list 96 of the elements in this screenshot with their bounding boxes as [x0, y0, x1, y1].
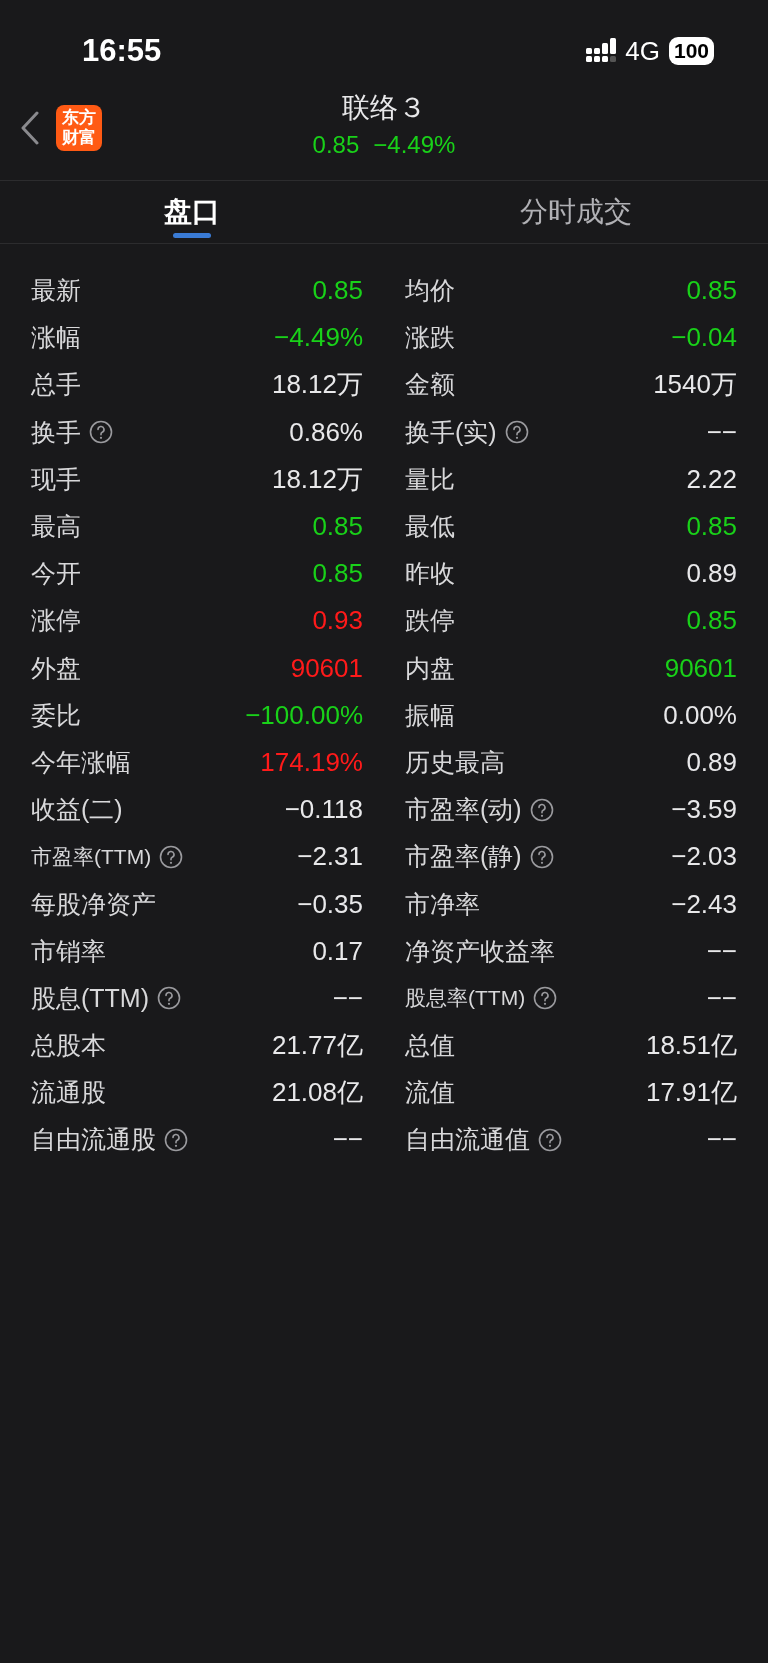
field-value: −2.03: [671, 841, 737, 873]
field-label: 内盘: [405, 652, 455, 684]
field-label: 最新: [31, 275, 81, 307]
field-value: 0.85: [312, 275, 363, 307]
field-label: 市盈率(动): [405, 794, 522, 826]
field-value: 18.12万: [271, 462, 363, 496]
tab-indicator: [173, 233, 211, 238]
field-value: 17.91亿: [645, 1076, 737, 1110]
field-value: −0.118: [284, 794, 363, 826]
back-icon[interactable]: [20, 111, 40, 145]
field-value: 0.89: [686, 558, 737, 590]
field-label: 净资产收益率: [405, 935, 555, 967]
field-label: 市盈率(静): [405, 841, 522, 873]
field-value: 18.51亿: [645, 1029, 737, 1063]
field-value: −−: [332, 982, 363, 1014]
battery-level: 100: [668, 37, 714, 65]
field-value: −−: [706, 1124, 737, 1156]
field-value: −2.43: [671, 888, 737, 920]
field-value: 90601: [290, 652, 363, 684]
field-value: 0.86%: [289, 416, 363, 448]
field-label: 股息(TTM): [31, 982, 150, 1014]
field-label: 现手: [31, 463, 81, 495]
help-icon[interactable]: [89, 420, 113, 445]
field-value: −3.59: [671, 794, 737, 826]
field-value: 21.08亿: [271, 1076, 363, 1110]
field-label: 收益(二): [31, 794, 123, 826]
field-value: −100.00%: [245, 699, 363, 731]
field-label: 涨跌: [405, 322, 455, 354]
help-icon[interactable]: [529, 844, 554, 869]
field-label: 市净率: [405, 888, 480, 920]
field-value: 0.00%: [663, 699, 737, 731]
field-value: 18.12万: [271, 368, 363, 402]
field-value: −−: [332, 1124, 363, 1156]
field-value: 174.19%: [260, 746, 363, 778]
help-icon[interactable]: [164, 1127, 188, 1152]
field-value: 0.93: [312, 605, 363, 637]
field-value: 90601: [664, 652, 737, 684]
field-label: 今开: [31, 558, 81, 590]
help-icon[interactable]: [529, 797, 554, 822]
field-label: 均价: [405, 275, 455, 307]
field-label: 跌停: [405, 605, 455, 637]
field-label: 市销率: [31, 935, 106, 967]
field-value: 0.85: [312, 511, 363, 543]
signal-icon: [586, 38, 617, 64]
stock-title: 联络３: [342, 91, 426, 125]
field-label: 流值: [405, 1077, 455, 1109]
field-label: 自由流通值: [405, 1124, 530, 1156]
field-label: 市盈率(TTM): [31, 843, 152, 870]
field-label: 外盘: [31, 652, 81, 684]
help-icon[interactable]: [533, 986, 558, 1011]
network-label: 4G: [625, 35, 660, 67]
field-label: 流通股: [31, 1077, 106, 1109]
help-icon[interactable]: [157, 986, 182, 1011]
field-label: 量比: [405, 463, 455, 495]
field-label: 最高: [31, 511, 81, 543]
field-label: 股息率(TTM): [405, 985, 526, 1012]
field-value: −−: [706, 982, 737, 1014]
field-value: 0.17: [312, 935, 363, 967]
help-icon[interactable]: [504, 420, 529, 445]
help-icon[interactable]: [538, 1127, 562, 1152]
field-label: 涨幅: [31, 322, 81, 354]
field-label: 总手: [31, 369, 81, 401]
field-value: 1540万: [653, 368, 737, 402]
field-value: −2.31: [297, 841, 363, 873]
field-label: 涨停: [31, 605, 81, 637]
field-value: −−: [706, 935, 737, 967]
field-value: −0.04: [671, 322, 737, 354]
help-icon[interactable]: [159, 844, 184, 869]
field-value: −−: [706, 416, 737, 448]
field-label: 总股本: [31, 1030, 106, 1062]
field-label: 委比: [31, 699, 81, 731]
field-label: 振幅: [405, 699, 455, 731]
field-label: 历史最高: [405, 746, 505, 778]
field-label: 总值: [405, 1030, 455, 1062]
tab[interactable]: 盘口: [0, 181, 384, 243]
price-change: −4.49%: [373, 130, 456, 160]
field-label: 自由流通股: [31, 1124, 156, 1156]
status-time: 16:55: [82, 33, 162, 69]
field-value: 0.85: [686, 511, 737, 543]
field-value: 0.85: [686, 605, 737, 637]
tab[interactable]: 分时成交: [384, 181, 768, 243]
field-label: 每股净资产: [31, 888, 156, 920]
field-value: 2.22: [686, 463, 737, 495]
stock-price: 0.85: [312, 130, 360, 160]
field-value: 0.89: [686, 746, 737, 778]
field-value: 21.77亿: [271, 1029, 363, 1063]
field-value: −0.35: [297, 888, 363, 920]
field-value: 0.85: [686, 275, 737, 307]
field-label: 昨收: [405, 558, 455, 590]
field-label: 今年涨幅: [31, 746, 131, 778]
field-value: −4.49%: [274, 322, 363, 354]
field-label: 换手: [31, 416, 81, 448]
field-label: 金额: [405, 369, 455, 401]
field-label: 换手(实): [405, 416, 497, 448]
field-label: 最低: [405, 511, 455, 543]
field-value: 0.85: [312, 558, 363, 590]
